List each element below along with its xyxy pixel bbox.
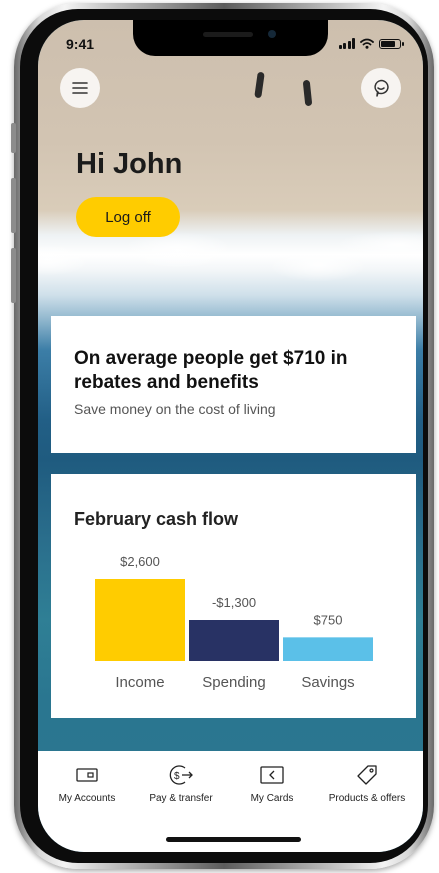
greeting-text: Hi John: [76, 148, 183, 180]
hamburger-menu-icon: [72, 82, 88, 94]
bar-spending: [189, 620, 279, 661]
nav-label: Pay & transfer: [149, 793, 213, 804]
nav-label: My Accounts: [58, 793, 116, 804]
rebates-promo-card[interactable]: On average people get $710 in rebates an…: [51, 316, 416, 453]
svg-text:$: $: [174, 771, 180, 782]
value-label: $2,600: [120, 554, 160, 569]
cash-flow-card[interactable]: February cash flow $2,600 Income -$1,300 Sp…: [51, 474, 416, 718]
nav-pay-transfer[interactable]: $ Pay & transfer: [136, 763, 226, 804]
notch: [133, 20, 328, 56]
chat-button[interactable]: [361, 68, 401, 108]
category-label: Savings: [301, 674, 354, 691]
nav-label: My Cards: [250, 793, 294, 804]
logoff-button[interactable]: Log off: [76, 197, 180, 237]
signal-icon: [338, 38, 355, 49]
bottom-navigation: My Accounts $ Pay & transfer My Cards Pr…: [38, 751, 423, 852]
battery-icon: [379, 39, 404, 49]
status-icons: [338, 38, 404, 49]
card-icon: [260, 766, 284, 784]
wifi-icon: [360, 38, 374, 49]
nav-my-cards[interactable]: My Cards: [227, 763, 317, 804]
promo-subtitle: Save money on the cost of living: [74, 401, 276, 417]
value-label: $750: [314, 612, 343, 627]
pay-transfer-icon: $: [169, 765, 193, 785]
side-button: [11, 123, 16, 153]
status-time: 9:41: [66, 36, 95, 52]
promo-title: On average people get $710 in rebates an…: [74, 348, 348, 393]
bar-savings: [283, 637, 373, 661]
bar-income: [95, 579, 185, 661]
home-indicator: [166, 837, 301, 842]
nav-label: Products & offers: [328, 793, 406, 804]
volume-up-button: [11, 178, 16, 233]
nav-my-accounts[interactable]: My Accounts: [42, 763, 132, 804]
nav-products-offers[interactable]: Products & offers: [322, 763, 412, 804]
wallet-icon: [76, 768, 98, 782]
category-label: Spending: [202, 674, 265, 691]
chat-bubble-icon: [374, 79, 389, 97]
menu-button[interactable]: [60, 68, 100, 108]
cash-flow-chart: $2,600 Income -$1,300 Spending $750 Savings: [95, 554, 373, 691]
value-label: -$1,300: [212, 595, 256, 610]
phone-screen: 9:41 Hi John Log off On average people g…: [38, 20, 423, 852]
category-label: Income: [115, 674, 164, 691]
volume-down-button: [11, 248, 16, 303]
tag-icon: [357, 765, 377, 785]
